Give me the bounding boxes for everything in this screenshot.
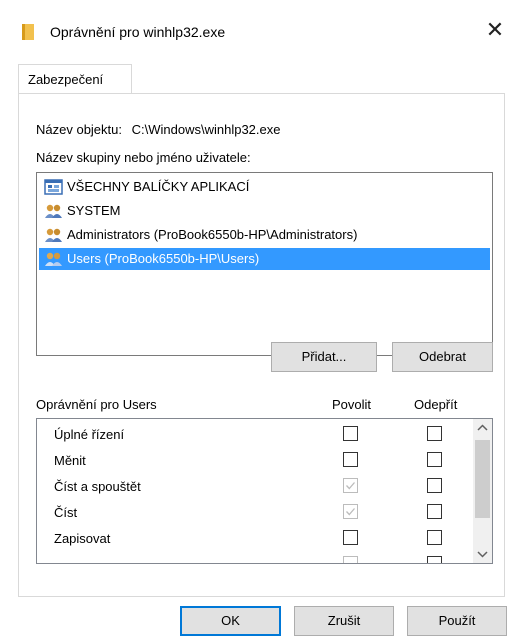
list-item[interactable]: SYSTEM [39, 200, 490, 222]
allow-checkbox-checked [343, 504, 358, 519]
list-item-selected[interactable]: Users (ProBook6550b-HP\Users) [39, 248, 490, 270]
tab-security[interactable]: Zabezpečení [18, 64, 132, 94]
permission-row: Úplné řízení [37, 422, 467, 448]
allow-checkbox[interactable] [343, 556, 358, 563]
permissions-scrollbar[interactable] [473, 419, 492, 563]
deny-checkbox[interactable] [427, 426, 442, 441]
deny-checkbox[interactable] [427, 452, 442, 467]
object-name-value: C:\Windows\winhlp32.exe [131, 122, 281, 137]
remove-button[interactable]: Odebrat [392, 342, 493, 372]
object-name-label: Název objektu: [36, 122, 122, 137]
deny-checkbox[interactable] [427, 504, 442, 519]
allow-checkbox[interactable] [343, 530, 358, 545]
users-icon [45, 204, 62, 218]
deny-column-header: Odepřít [414, 397, 458, 412]
permission-row: Zapisovat [37, 526, 467, 552]
permissions-title: Oprávnění pro Users [36, 397, 157, 412]
checkmark-icon [346, 482, 355, 490]
close-icon: ✕ [485, 17, 505, 42]
checkmark-icon [346, 508, 355, 516]
object-name-row: Název objektu: C:\Windows\winhlp32.exe [36, 122, 280, 137]
scroll-up-icon[interactable] [473, 419, 492, 438]
groups-label: Název skupiny nebo jméno uživatele: [36, 150, 251, 165]
allow-checkbox[interactable] [343, 426, 358, 441]
permissions-dialog: Oprávnění pro winhlp32.exe ✕ Zabezpečení… [0, 0, 517, 644]
permissions-list: Úplné řízení Měnit Číst a spouštět Číst [36, 418, 493, 564]
allow-checkbox-checked [343, 478, 358, 493]
permission-label: Číst a spouštět [54, 479, 141, 494]
scroll-down-icon[interactable] [473, 544, 492, 563]
list-item-label: SYSTEM [67, 203, 121, 218]
title-bar[interactable]: Oprávnění pro winhlp32.exe ✕ [0, 0, 517, 60]
permission-row: Číst a spouštět [37, 474, 467, 500]
users-icon [45, 252, 62, 266]
groups-list[interactable]: VŠECHNY BALÍČKY APLIKACÍ SYSTEM Administ… [36, 172, 493, 356]
allow-column-header: Povolit [332, 397, 372, 412]
allow-checkbox[interactable] [343, 452, 358, 467]
cancel-button[interactable]: Zrušit [294, 606, 394, 636]
deny-checkbox[interactable] [427, 556, 442, 563]
groups-label-text: Název skupiny nebo jméno uživatele: [36, 150, 251, 165]
apply-button[interactable]: Použít [407, 606, 507, 636]
permission-row: Měnit [37, 448, 467, 474]
permission-row-partial [37, 552, 467, 563]
permission-label: Úplné řízení [54, 427, 125, 442]
users-icon [45, 228, 62, 242]
app-packages-icon [44, 179, 63, 195]
add-button[interactable]: Přidat... [271, 342, 377, 372]
permission-label: Měnit [54, 453, 86, 468]
deny-checkbox[interactable] [427, 478, 442, 493]
list-item[interactable]: Administrators (ProBook6550b-HP\Administ… [39, 224, 490, 246]
list-item-label: VŠECHNY BALÍČKY APLIKACÍ [67, 179, 250, 194]
permission-row: Číst [37, 500, 467, 526]
list-item[interactable]: VŠECHNY BALÍČKY APLIKACÍ [39, 176, 490, 198]
close-button[interactable]: ✕ [481, 16, 509, 44]
deny-checkbox[interactable] [427, 530, 442, 545]
permission-label: Číst [54, 505, 78, 520]
tab-strip: Zabezpečení [18, 64, 504, 94]
list-item-label: Users (ProBook6550b-HP\Users) [67, 251, 260, 266]
list-item-label: Administrators (ProBook6550b-HP\Administ… [67, 227, 358, 242]
file-icon [22, 24, 34, 40]
ok-button[interactable]: OK [180, 606, 281, 636]
scroll-thumb[interactable] [475, 440, 490, 518]
permission-label: Zapisovat [54, 531, 111, 546]
window-title: Oprávnění pro winhlp32.exe [50, 24, 226, 40]
